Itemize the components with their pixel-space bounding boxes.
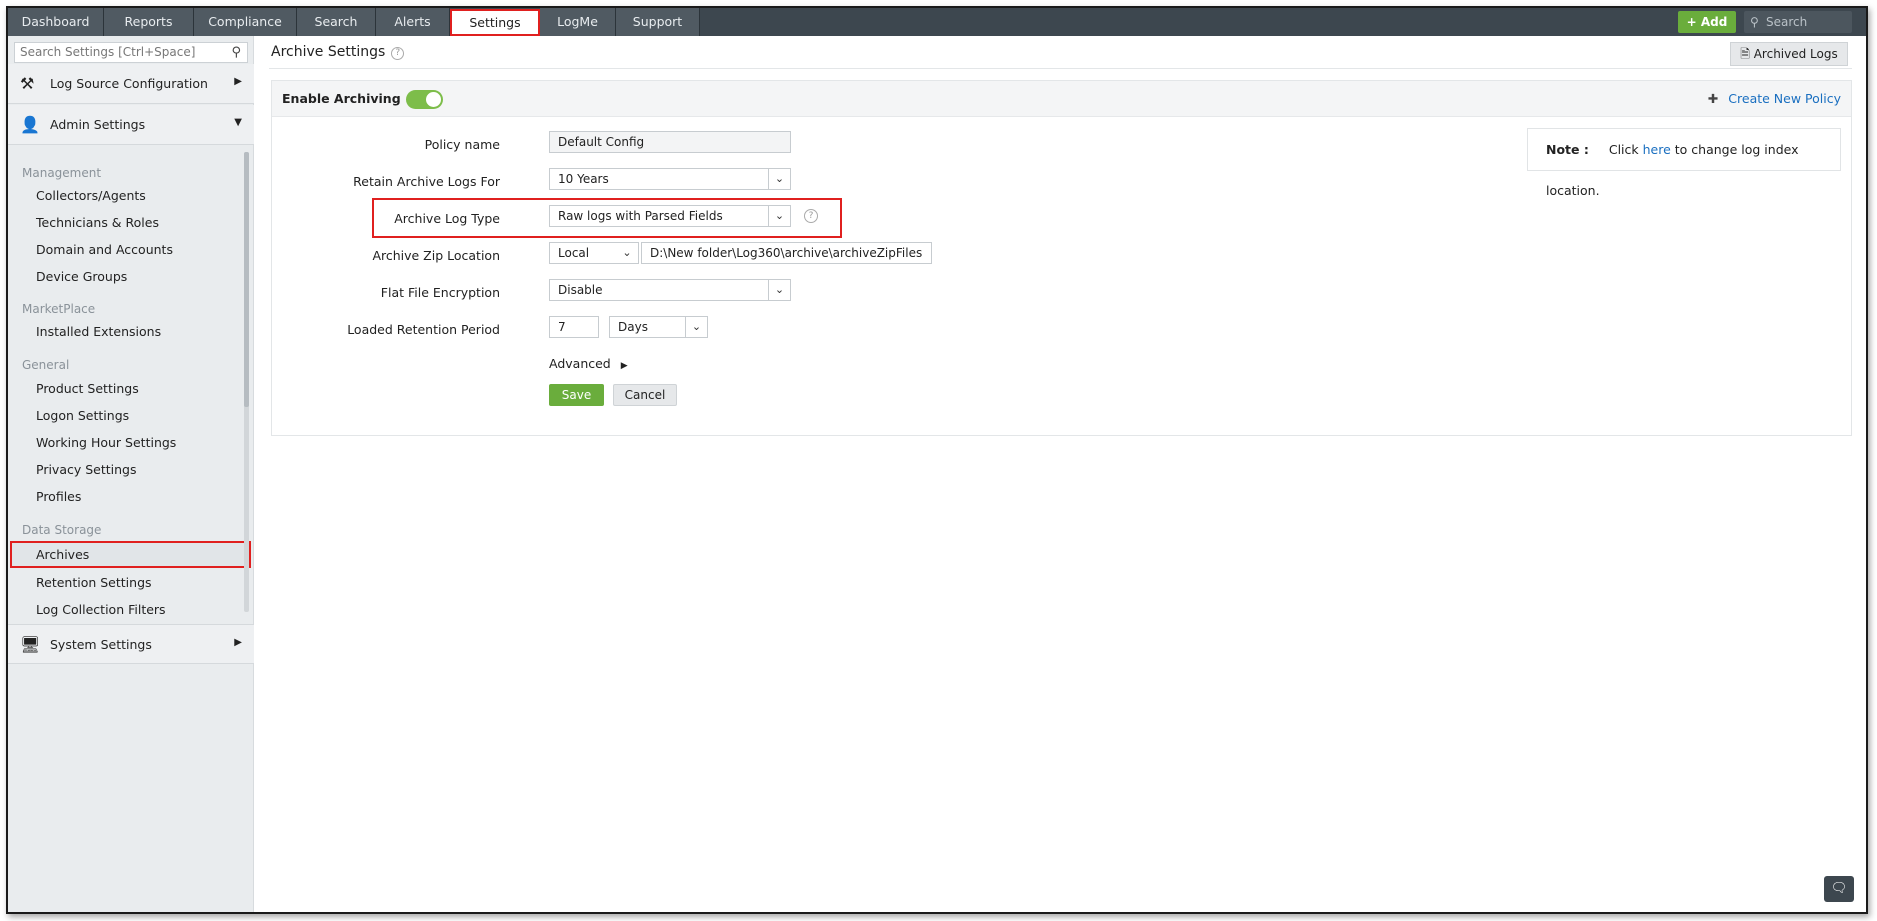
- sidebar-item-product-settings[interactable]: Product Settings: [36, 381, 139, 396]
- create-new-policy-link[interactable]: ✚ Create New Policy: [1708, 91, 1841, 106]
- advanced-toggle[interactable]: Advanced ▶: [549, 356, 628, 371]
- tab-search[interactable]: Search: [297, 8, 376, 36]
- policy-name-label: Policy name: [424, 137, 500, 152]
- section-log-source-configuration[interactable]: ⚒ Log Source Configuration ▶: [8, 64, 254, 104]
- panel-header: Enable Archiving ✚ Create New Policy: [272, 81, 1851, 117]
- search-icon: ⚲: [231, 45, 241, 60]
- page-title-text: Archive Settings: [271, 44, 386, 60]
- note-box: Note : Click here to change log index lo…: [1527, 128, 1841, 198]
- monitor-gear-icon: 🖥: [20, 635, 41, 654]
- top-navigation: Dashboard Reports Compliance Search Aler…: [8, 8, 1866, 36]
- title-divider: [269, 68, 1852, 69]
- group-general: General: [22, 358, 70, 372]
- flat-file-encryption-value: Disable: [558, 283, 603, 297]
- sidebar-item-installed-extensions[interactable]: Installed Extensions: [36, 324, 161, 339]
- archive-log-type-select[interactable]: Raw logs with Parsed Fields ⌄: [549, 205, 791, 227]
- group-data-storage: Data Storage: [22, 523, 102, 537]
- chat-icon[interactable]: 🗨: [1824, 876, 1854, 902]
- note-here-link[interactable]: here: [1643, 142, 1671, 157]
- caret-right-icon: ▶: [234, 637, 242, 648]
- archived-logs-button[interactable]: 🗎 Archived Logs: [1730, 42, 1848, 66]
- section-system-settings[interactable]: 🖥 System Settings ▶: [8, 624, 254, 664]
- zip-location-path-input[interactable]: D:\New folder\Log360\archive\archiveZipF…: [641, 242, 932, 264]
- section-label: System Settings: [50, 637, 152, 652]
- tab-support[interactable]: Support: [616, 8, 700, 36]
- sidebar-item-archives[interactable]: Archives: [10, 541, 251, 568]
- caret-right-icon: ▶: [234, 76, 242, 87]
- retention-number-input[interactable]: 7: [549, 316, 599, 338]
- section-admin-settings[interactable]: 👤 Admin Settings ▼: [8, 105, 254, 145]
- note-prefix: Click: [1608, 142, 1639, 157]
- sidebar-item-logon-settings[interactable]: Logon Settings: [36, 408, 129, 423]
- sidebar-item-device-groups[interactable]: Device Groups: [36, 269, 127, 284]
- archive-zip-location-label: Archive Zip Location: [372, 248, 500, 263]
- tab-logme[interactable]: LogMe: [540, 8, 616, 36]
- sidebar-scrollbar-thumb[interactable]: [244, 152, 249, 407]
- group-marketplace: MarketPlace: [22, 302, 96, 316]
- page-title: Archive Settings?: [271, 44, 405, 60]
- chevron-down-icon: ⌄: [685, 317, 707, 337]
- sidebar-item-working-hour[interactable]: Working Hour Settings: [36, 435, 176, 450]
- tab-alerts[interactable]: Alerts: [376, 8, 450, 36]
- archived-logs-label: Archived Logs: [1753, 47, 1838, 61]
- sidebar-item-collectors[interactable]: Collectors/Agents: [36, 188, 146, 203]
- help-icon[interactable]: ?: [804, 209, 818, 223]
- settings-search-placeholder: Search Settings [Ctrl+Space]: [20, 45, 196, 59]
- add-button[interactable]: + Add: [1678, 11, 1736, 33]
- user-gear-icon: 👤: [20, 115, 40, 134]
- tab-compliance[interactable]: Compliance: [194, 8, 297, 36]
- sidebar-item-profiles[interactable]: Profiles: [36, 489, 81, 504]
- tab-reports[interactable]: Reports: [104, 8, 194, 36]
- global-search-input[interactable]: ⚲ Search: [1744, 11, 1852, 33]
- search-icon: ⚲: [1750, 15, 1759, 29]
- section-label: Log Source Configuration: [50, 76, 208, 91]
- save-button[interactable]: Save: [549, 384, 604, 406]
- archive-log-type-value: Raw logs with Parsed Fields: [558, 209, 723, 223]
- zip-location-type-value: Local: [558, 246, 590, 260]
- document-icon: 🗎: [1740, 47, 1750, 61]
- archive-settings-panel: Enable Archiving ✚ Create New Policy Poli…: [271, 80, 1852, 436]
- settings-sidebar: Search Settings [Ctrl+Space] ⚲ ⚒ Log Sou…: [8, 36, 254, 912]
- sidebar-item-retention[interactable]: Retention Settings: [36, 575, 152, 590]
- retention-unit-select[interactable]: Days ⌄: [609, 316, 708, 338]
- group-management: Management: [22, 166, 102, 180]
- retain-archive-label: Retain Archive Logs For: [353, 174, 500, 189]
- loaded-retention-label: Loaded Retention Period: [347, 322, 500, 337]
- note-label: Note :: [1546, 142, 1589, 157]
- chevron-down-icon: ⌄: [768, 169, 790, 189]
- chevron-down-icon: ⌄: [768, 280, 790, 300]
- flat-file-encryption-label: Flat File Encryption: [380, 285, 500, 300]
- cancel-button[interactable]: Cancel: [613, 384, 677, 406]
- zip-location-type-select[interactable]: Local ⌄: [549, 242, 639, 264]
- main-content: Archive Settings? 🗎 Archived Logs Enable…: [255, 36, 1866, 912]
- enable-archiving-label: Enable Archiving: [282, 91, 401, 106]
- plus-icon: ✚: [1707, 91, 1719, 106]
- caret-right-icon: ▶: [620, 361, 628, 371]
- sidebar-item-domain[interactable]: Domain and Accounts: [36, 242, 173, 257]
- chevron-down-icon: ⌄: [622, 246, 632, 259]
- chevron-down-icon: ⌄: [768, 206, 790, 226]
- global-search-placeholder: Search: [1766, 15, 1808, 29]
- help-icon[interactable]: ?: [391, 47, 405, 60]
- archive-log-type-label: Archive Log Type: [394, 211, 500, 226]
- settings-search-input[interactable]: Search Settings [Ctrl+Space] ⚲: [14, 42, 248, 63]
- enable-archiving-toggle[interactable]: [406, 90, 443, 109]
- flat-file-encryption-select[interactable]: Disable ⌄: [549, 279, 791, 301]
- toggle-knob: [426, 92, 441, 107]
- sidebar-item-privacy[interactable]: Privacy Settings: [36, 462, 137, 477]
- sidebar-item-log-filters[interactable]: Log Collection Filters: [36, 602, 166, 617]
- tools-icon: ⚒: [20, 74, 35, 93]
- retain-archive-select[interactable]: 10 Years ⌄: [549, 168, 791, 190]
- caret-down-icon: ▼: [234, 117, 242, 128]
- policy-name-field[interactable]: Default Config: [549, 131, 791, 153]
- tab-dashboard[interactable]: Dashboard: [8, 8, 104, 36]
- tab-settings[interactable]: Settings: [450, 9, 540, 36]
- section-label: Admin Settings: [50, 117, 146, 132]
- advanced-label: Advanced: [549, 356, 611, 371]
- app-window: Dashboard Reports Compliance Search Aler…: [6, 6, 1868, 914]
- retention-unit-value: Days: [618, 320, 648, 334]
- create-policy-label: Create New Policy: [1728, 91, 1841, 106]
- retain-archive-value: 10 Years: [558, 172, 609, 186]
- sidebar-item-technicians[interactable]: Technicians & Roles: [36, 215, 159, 230]
